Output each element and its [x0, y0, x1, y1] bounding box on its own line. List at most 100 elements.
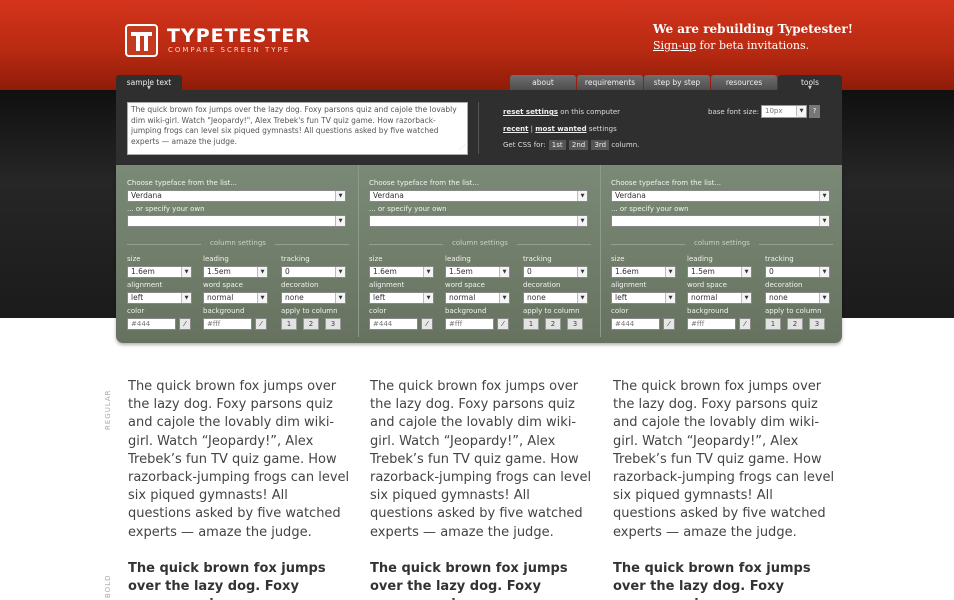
apply-column-1-button[interactable]: 1 — [765, 318, 781, 330]
sample-text-input[interactable]: The quick brown fox jumps over the lazy … — [127, 102, 468, 155]
custom-typeface-input[interactable]: ▼ — [611, 215, 830, 227]
apply-column-3-button[interactable]: 3 — [325, 318, 341, 330]
decoration-value: none — [527, 293, 546, 302]
chevron-down-icon: ▼ — [819, 267, 829, 277]
background-input[interactable]: #fff — [687, 318, 736, 330]
word-space-label: word space — [203, 281, 243, 289]
bold-side-label: BOLD — [104, 574, 112, 598]
leading-select[interactable]: 1.5em ▼ — [445, 266, 510, 278]
recent-link[interactable]: recent — [503, 125, 528, 133]
size-select[interactable]: 1.6em ▼ — [369, 266, 434, 278]
alignment-select[interactable]: left ▼ — [369, 292, 434, 304]
tab-step-by-step[interactable]: step by step — [644, 75, 710, 90]
reset-settings-link[interactable]: reset settings — [503, 108, 558, 116]
leading-label: leading — [687, 255, 713, 263]
most-wanted-link[interactable]: most wanted — [535, 125, 586, 133]
custom-typeface-input[interactable]: ▼ — [127, 215, 346, 227]
chevron-down-icon: ▼ — [665, 267, 675, 277]
color-input[interactable]: #444 — [611, 318, 660, 330]
color-input[interactable]: #444 — [369, 318, 418, 330]
tab-tools[interactable]: tools ▼ — [778, 75, 842, 91]
tracking-value: 0 — [769, 267, 774, 276]
divider — [759, 244, 833, 245]
eyedropper-icon[interactable]: ⁄ — [739, 318, 751, 330]
settings-tail: settings — [586, 125, 617, 133]
css-row: Get CSS for: 1st 2nd 3rd column. — [503, 140, 639, 150]
color-input[interactable]: #444 — [127, 318, 176, 330]
tab-about[interactable]: about — [510, 75, 576, 90]
apply-column-2-button[interactable]: 2 — [303, 318, 319, 330]
chevron-down-icon: ▼ — [819, 216, 829, 226]
typeface-select[interactable]: Verdana ▼ — [611, 190, 830, 202]
tracking-select[interactable]: 0 ▼ — [281, 266, 346, 278]
help-button[interactable]: ? — [809, 105, 820, 118]
logo-title: TYPETESTER — [167, 25, 311, 47]
tracking-select[interactable]: 0 ▼ — [523, 266, 588, 278]
leading-select[interactable]: 1.5em ▼ — [687, 266, 752, 278]
eyedropper-icon[interactable]: ⁄ — [179, 318, 191, 330]
tab-requirements[interactable]: requirements — [577, 75, 643, 90]
logo-subtitle: COMPARE SCREEN TYPE — [168, 46, 291, 54]
eyedropper-icon[interactable]: ⁄ — [255, 318, 267, 330]
background-input[interactable]: #fff — [445, 318, 494, 330]
chevron-down-icon: ▼ — [423, 293, 433, 303]
tab-resources[interactable]: resources — [711, 75, 777, 90]
announcement-tail: for beta invitations. — [696, 39, 810, 52]
settings-column-3: Choose typeface from the list... Verdana… — [611, 165, 833, 343]
specify-own-label: ... or specify your own — [127, 205, 205, 213]
css-tail: column. — [611, 141, 640, 149]
word-space-select[interactable]: normal ▼ — [687, 292, 752, 304]
tab-resources-label: resources — [725, 78, 763, 87]
typeface-select[interactable]: Verdana ▼ — [369, 190, 588, 202]
decoration-select[interactable]: none ▼ — [523, 292, 588, 304]
tracking-label: tracking — [523, 255, 552, 263]
size-select[interactable]: 1.6em ▼ — [127, 266, 192, 278]
chevron-down-icon: ▼ — [335, 293, 345, 303]
alignment-select[interactable]: left ▼ — [127, 292, 192, 304]
tab-sample-text[interactable]: sample text ▼ — [116, 75, 182, 91]
css-1st-button[interactable]: 1st — [548, 140, 566, 150]
apply-column-1-button[interactable]: 1 — [281, 318, 297, 330]
leading-value: 1.5em — [207, 267, 231, 276]
chevron-down-icon: ▼ — [499, 267, 509, 277]
background-label: background — [687, 307, 729, 315]
color-label: color — [611, 307, 629, 315]
leading-select[interactable]: 1.5em ▼ — [203, 266, 268, 278]
background-input[interactable]: #fff — [203, 318, 252, 330]
resize-grip-icon[interactable]: ⋰ — [459, 143, 465, 154]
apply-label: apply to column — [281, 307, 338, 315]
apply-column-3-button[interactable]: 3 — [809, 318, 825, 330]
sample-text-value: The quick brown fox jumps over the lazy … — [131, 105, 457, 146]
word-space-value: normal — [449, 293, 476, 302]
apply-column-2-button[interactable]: 2 — [787, 318, 803, 330]
alignment-select[interactable]: left ▼ — [611, 292, 676, 304]
tracking-select[interactable]: 0 ▼ — [765, 266, 830, 278]
apply-column-3-button[interactable]: 3 — [567, 318, 583, 330]
chevron-down-icon: ▼ — [257, 267, 267, 277]
specify-own-label: ... or specify your own — [611, 205, 689, 213]
css-3rd-button[interactable]: 3rd — [591, 140, 610, 150]
base-font-size-select[interactable]: 10px ▼ — [761, 105, 807, 118]
color-label: color — [127, 307, 145, 315]
settings-column-1: Choose typeface from the list... Verdana… — [127, 165, 349, 343]
typeface-select[interactable]: Verdana ▼ — [127, 190, 346, 202]
apply-column-1-button[interactable]: 1 — [523, 318, 539, 330]
alignment-value: left — [131, 293, 144, 302]
chevron-down-icon: ▼ — [741, 293, 751, 303]
signup-link[interactable]: Sign-up — [653, 39, 696, 52]
word-space-select[interactable]: normal ▼ — [203, 292, 268, 304]
eyedropper-icon[interactable]: ⁄ — [663, 318, 675, 330]
eyedropper-icon[interactable]: ⁄ — [497, 318, 509, 330]
word-space-value: normal — [691, 293, 718, 302]
decoration-select[interactable]: none ▼ — [281, 292, 346, 304]
apply-column-2-button[interactable]: 2 — [545, 318, 561, 330]
chevron-down-icon: ▼ — [577, 216, 587, 226]
regular-side-label: REGULAR — [104, 389, 112, 430]
size-select[interactable]: 1.6em ▼ — [611, 266, 676, 278]
css-2nd-button[interactable]: 2nd — [568, 140, 589, 150]
decoration-select[interactable]: none ▼ — [765, 292, 830, 304]
custom-typeface-input[interactable]: ▼ — [369, 215, 588, 227]
alignment-label: alignment — [127, 281, 163, 289]
eyedropper-icon[interactable]: ⁄ — [421, 318, 433, 330]
word-space-select[interactable]: normal ▼ — [445, 292, 510, 304]
